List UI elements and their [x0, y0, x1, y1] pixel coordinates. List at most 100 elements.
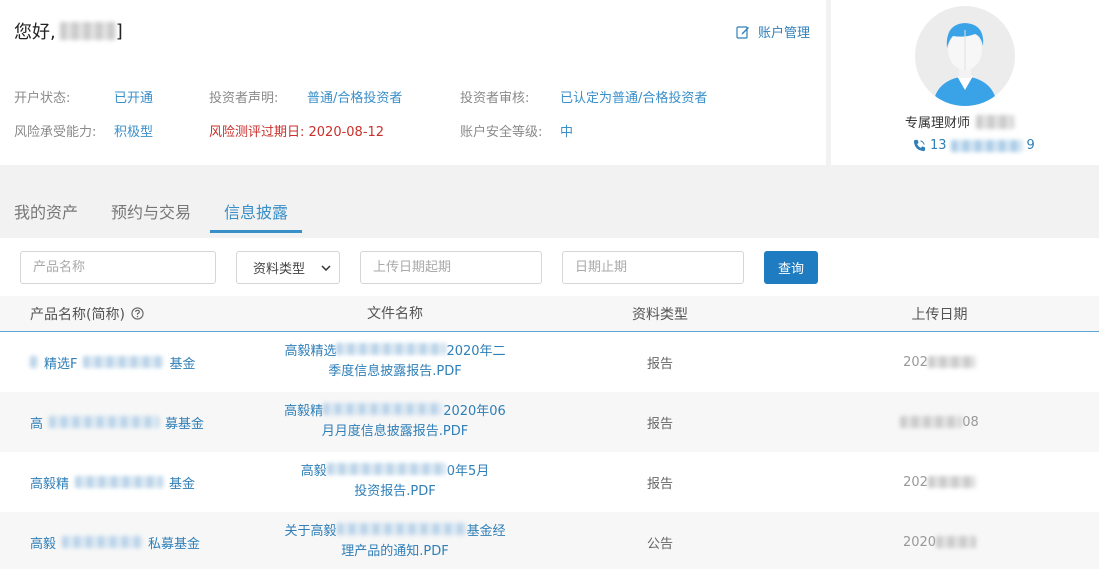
user-avatar-icon [915, 6, 1015, 106]
tab-info-disclosure[interactable]: 信息披露 [210, 185, 303, 233]
tab-my-assets[interactable]: 我的资产 [0, 185, 92, 233]
redacted-text [336, 523, 467, 535]
security-level-value: 中 [560, 125, 574, 140]
greeting: 您好, ] [14, 18, 123, 44]
security-level-label: 账户安全等级: [460, 125, 543, 140]
account-info-card: 您好, ] 账户管理 开户状态: 已开通 投资者声明: 普通/合格投资者 投资者… [0, 0, 826, 165]
redacted-text [83, 356, 164, 368]
doc-type-cell: 报告 [646, 356, 673, 372]
redacted-text [30, 356, 38, 368]
file-name-part: 高毅精选 [284, 344, 337, 359]
redacted-text [326, 463, 447, 475]
table-header: 产品名称(简称) 文件名称 资料类型 上传日期 [0, 296, 1099, 332]
advisor-name-redacted [976, 114, 1015, 129]
file-name-link[interactable]: 高毅 0年5月 投资报告.PDF [250, 462, 540, 502]
doc-type-cell: 报告 [646, 416, 673, 432]
account-manage-label: 账户管理 [757, 26, 810, 41]
redacted-text [62, 536, 143, 548]
redacted-text [49, 416, 160, 428]
product-name-link[interactable]: 精选F 基金 [0, 353, 250, 372]
product-name-part: 基金 [169, 356, 196, 372]
redacted-text [927, 356, 976, 368]
header-date: 上传日期 [911, 306, 968, 323]
product-name-link[interactable]: 高毅精 基金 [0, 473, 250, 492]
file-name-part: 高毅 [300, 464, 327, 479]
product-name-part: 基金 [169, 476, 196, 492]
date-part: 202 [903, 474, 928, 490]
file-name-part: 2020年06 [443, 404, 506, 419]
disclosure-table: 产品名称(简称) 文件名称 资料类型 上传日期 精选F 基金 高毅精选 2020年… [0, 296, 1099, 569]
account-manage-link[interactable]: 账户管理 [736, 22, 810, 41]
doc-type-cell: 报告 [646, 476, 673, 492]
investor-review-value: 已认定为普通/合格投资者 [560, 91, 708, 106]
open-status-label: 开户状态: [14, 91, 71, 106]
file-name-part: 关于高毅 [284, 524, 337, 539]
chevron-down-icon [321, 264, 331, 271]
product-name-part: 私募基金 [148, 536, 201, 552]
investor-declaration-value[interactable]: 普通/合格投资者 [307, 87, 460, 106]
file-name-link[interactable]: 关于高毅 基金经 理产品的通知.PDF [250, 522, 540, 562]
redacted-text [323, 403, 444, 415]
upload-date-cell: 08 [780, 415, 1099, 430]
file-name-part: 基金经 [466, 524, 506, 539]
advisor-phone-redacted [950, 139, 1023, 152]
greeting-text: 您好, [14, 22, 56, 43]
product-name-link[interactable]: 高 募基金 [0, 413, 250, 432]
advisor-phone-suffix: 9 [1026, 138, 1035, 153]
investor-review-label: 投资者审核: [460, 91, 530, 106]
product-name-part: 高毅精 [30, 476, 70, 492]
upload-date-cell: 2020 [780, 535, 1099, 550]
help-circle-icon[interactable] [131, 307, 144, 320]
file-name-part: 季度信息披露报告.PDF [328, 364, 462, 379]
product-name-part: 高毅 [30, 536, 57, 552]
table-row: 精选F 基金 高毅精选 2020年二 季度信息披露报告.PDF 报告 202 [0, 332, 1099, 392]
advisor-title: 专属理财师 [905, 116, 971, 131]
file-name-part: 理产品的通知.PDF [341, 544, 449, 559]
product-name-input[interactable] [20, 251, 216, 284]
file-name-part: 2020年二 [446, 344, 506, 359]
product-name-part: 募基金 [165, 416, 205, 432]
upload-date-cell: 202 [780, 475, 1099, 490]
table-row: 高毅精 基金 高毅 0年5月 投资报告.PDF 报告 202 [0, 452, 1099, 512]
date-part: 202 [903, 354, 928, 370]
greeting-suffix: ] [115, 20, 123, 42]
header-product-label: 产品名称(简称) [30, 306, 125, 323]
header-type: 资料类型 [632, 306, 688, 323]
file-name-part: 0年5月 [446, 464, 490, 479]
open-status-value: 已开通 [114, 91, 154, 106]
file-name-part: 投资报告.PDF [354, 484, 436, 499]
risk-tolerance-label: 风险承受能力: [14, 125, 97, 140]
header-product: 产品名称(简称) [0, 304, 250, 324]
query-button[interactable]: 查询 [764, 251, 818, 284]
redacted-text [900, 416, 963, 428]
date-part: 2020 [902, 534, 937, 550]
risk-tolerance-value[interactable]: 积极型 [114, 121, 209, 140]
edit-icon [736, 25, 749, 39]
advisor-name: 专属理财师 [905, 112, 1015, 131]
doc-type-select[interactable]: 资料类型 [236, 251, 340, 284]
file-name-link[interactable]: 高毅精选 2020年二 季度信息披露报告.PDF [250, 342, 540, 382]
table-row: 高毅 私募基金 关于高毅 基金经 理产品的通知.PDF 公告 2020 [0, 512, 1099, 569]
redacted-text [336, 343, 447, 355]
file-name-part: 高毅精 [284, 404, 324, 419]
doc-type-selected: 资料类型 [253, 262, 306, 277]
product-name-part: 高 [30, 416, 44, 432]
product-name-part: 精选F [44, 356, 78, 372]
tab-appointment-trading[interactable]: 预约与交易 [97, 185, 205, 233]
table-row: 高 募基金 高毅精 2020年06 月月度信息披露报告.PDF 报告 08 [0, 392, 1099, 452]
advisor-phone[interactable]: 13 9 [913, 138, 1035, 153]
file-name-link[interactable]: 高毅精 2020年06 月月度信息披露报告.PDF [250, 402, 540, 442]
filter-bar: 资料类型 查询 [0, 238, 1099, 296]
advisor-card: 专属理财师 13 9 [831, 0, 1099, 165]
product-name-link[interactable]: 高毅 私募基金 [0, 533, 250, 552]
account-info-grid: 开户状态: 已开通 投资者声明: 普通/合格投资者 投资者审核: 已认定为普通/… [14, 87, 820, 140]
header-file: 文件名称 [367, 305, 423, 322]
risk-test-expiry: 风险测评过期日: 2020-08-12 [209, 125, 385, 140]
investor-declaration-label: 投资者声明: [209, 91, 279, 106]
advisor-phone-prefix: 13 [930, 138, 947, 153]
upload-start-date-input[interactable] [360, 251, 542, 284]
upload-end-date-input[interactable] [562, 251, 744, 284]
doc-type-cell: 公告 [646, 536, 673, 552]
redacted-text [927, 476, 976, 488]
main-tabs: 我的资产 预约与交易 信息披露 [0, 185, 307, 233]
